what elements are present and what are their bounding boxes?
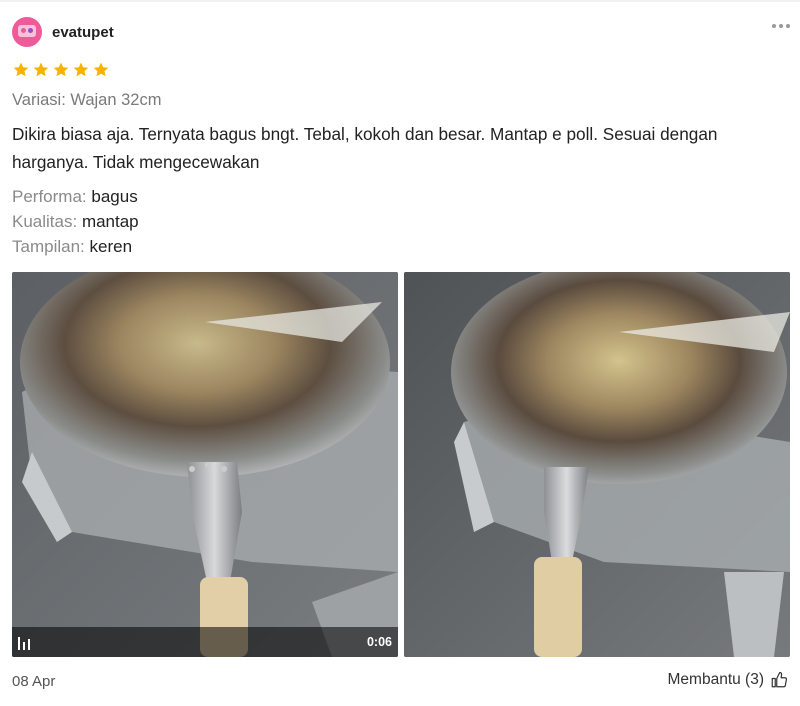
attribute-row: Tampilan: keren [12, 234, 139, 259]
review-attributes: Performa: bagus Kualitas: mantap Tampila… [12, 184, 139, 259]
attribute-value: bagus [91, 187, 138, 206]
attribute-label: Tampilan: [12, 237, 85, 256]
avatar[interactable] [12, 17, 42, 47]
review-video-thumbnail[interactable]: 0:06 [12, 272, 398, 657]
attribute-label: Performa: [12, 187, 87, 206]
helpful-label: Membantu (3) [667, 671, 764, 688]
star-icon [93, 62, 109, 77]
helpful-button[interactable]: Membantu (3) [668, 671, 788, 689]
star-icon [33, 62, 49, 77]
review-photo-thumbnail[interactable] [404, 272, 790, 657]
review-text: Dikira biasa aja. Ternyata bagus bngt. T… [12, 124, 718, 172]
star-rating [12, 61, 110, 79]
attribute-row: Kualitas: mantap [12, 209, 139, 234]
star-icon [13, 62, 29, 77]
variant-label: Variasi: Wajan 32cm [12, 91, 162, 109]
attribute-value: mantap [81, 212, 139, 231]
star-icon [73, 62, 89, 77]
more-options-icon[interactable] [772, 24, 790, 28]
avatar-logo-icon [18, 25, 36, 37]
attribute-label: Kualitas: [12, 212, 78, 231]
top-divider [0, 0, 800, 2]
attribute-row: Performa: bagus [12, 184, 139, 209]
video-duration: 0:06 [366, 635, 392, 649]
reviewer-name[interactable]: evatupet [52, 24, 114, 41]
equalizer-icon [18, 637, 30, 650]
wok-photo [404, 272, 790, 657]
review-header: evatupet [12, 16, 790, 48]
attribute-value: keren [89, 237, 133, 256]
star-icon [53, 62, 69, 77]
review-date: 08 Apr [12, 673, 56, 690]
wok-photo [12, 272, 398, 657]
video-overlay-bar [12, 627, 398, 657]
thumbs-up-icon [771, 671, 788, 688]
